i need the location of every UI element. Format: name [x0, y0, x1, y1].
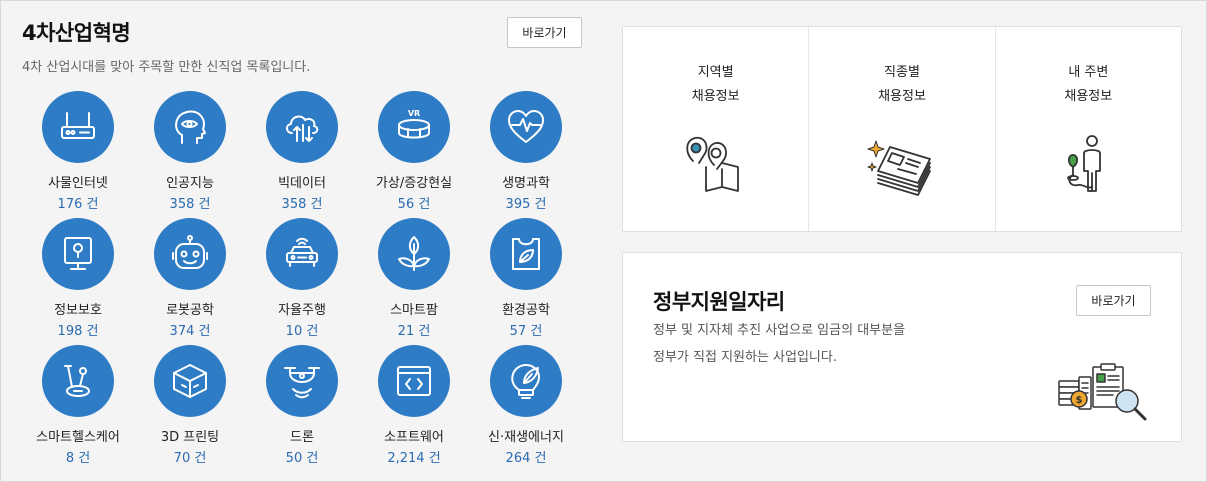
- ai-head-icon: [154, 91, 226, 163]
- category-label: 사물인터넷: [48, 176, 108, 191]
- category-label: 드론: [290, 430, 314, 445]
- category-bigdata[interactable]: 빅데이터 358 건: [246, 91, 358, 218]
- category-label: 로봇공학: [166, 303, 214, 318]
- section-subtitle: 4차 산업시대를 맞아 주목할 만한 신직업 목록입니다.: [22, 60, 311, 75]
- job-cell-title: 직종별: [884, 65, 920, 80]
- category-label: 3D 프린팅: [160, 430, 220, 445]
- category-software[interactable]: 소프트웨어 2,214 건: [358, 345, 470, 472]
- category-count: 264 건: [505, 451, 547, 466]
- job-cell-subtitle: 채용정보: [1064, 89, 1113, 104]
- job-cell-title: 지역별: [697, 65, 734, 80]
- category-label: 가상/증강현실: [375, 176, 453, 191]
- category-label: 인공지능: [166, 176, 214, 191]
- category-count: 198 건: [57, 324, 99, 339]
- category-count: 2,214 건: [387, 451, 441, 466]
- category-count: 10 건: [285, 324, 319, 339]
- category-count: 21 건: [397, 324, 431, 339]
- category-label: 신·재생에너지: [488, 430, 564, 445]
- svg-text:$: $: [1076, 395, 1083, 406]
- job-cell-subtitle: 채용정보: [878, 89, 926, 104]
- category-infosec[interactable]: 정보보호 198 건: [22, 218, 134, 345]
- category-autonomous[interactable]: 자율주행 10 건: [246, 218, 358, 345]
- lock-monitor-icon: [42, 218, 114, 290]
- job-cell-title: 내 주변: [1068, 65, 1109, 80]
- money-document-search-icon: $: [1058, 363, 1147, 421]
- robot-icon: [154, 218, 226, 290]
- router-icon: [42, 91, 114, 163]
- category-label: 환경공학: [502, 303, 550, 318]
- category-robotics[interactable]: 로봇공학 374 건: [134, 218, 246, 345]
- category-label: 자율주행: [278, 303, 326, 318]
- category-smartfarm[interactable]: 스마트팜 21 건: [358, 218, 470, 345]
- drone-icon: [266, 345, 338, 417]
- category-vr-ar[interactable]: VR 가상/증강현실 56 건: [358, 91, 470, 218]
- job-cell-subtitle: 채용정보: [691, 89, 740, 104]
- gov-jobs-panel: 정부지원일자리 바로가기 정부 및 지자체 추진 사업으로 임금의 대부분을 정…: [622, 252, 1182, 442]
- category-renewable[interactable]: 신·재생에너지 264 건: [470, 345, 582, 472]
- job-by-region[interactable]: 지역별 채용정보: [623, 27, 810, 231]
- category-3dprint[interactable]: 3D 프린팅 70 건: [134, 345, 246, 472]
- gov-title: 정부지원일자리: [653, 290, 785, 314]
- category-label: 스마트헬스케어: [36, 430, 120, 445]
- svg-text:VR: VR: [408, 109, 420, 118]
- person-location-icon: [1067, 135, 1102, 192]
- category-count: 176 건: [57, 197, 99, 212]
- industry-goto-button[interactable]: 바로가기: [507, 17, 582, 48]
- category-count: 56 건: [397, 197, 431, 212]
- eco-bag-icon: [490, 218, 562, 290]
- category-lifescience[interactable]: 생명과학 395 건: [470, 91, 582, 218]
- cloud-data-icon: [266, 91, 338, 163]
- category-count: 358 건: [281, 197, 323, 212]
- vr-headset-icon: VR: [378, 91, 450, 163]
- category-label: 정보보호: [54, 303, 102, 318]
- gov-goto-button[interactable]: 바로가기: [1076, 285, 1151, 316]
- category-count: 395 건: [505, 197, 547, 212]
- sprout-icon: [378, 218, 450, 290]
- category-count: 50 건: [285, 451, 319, 466]
- category-smarthealth[interactable]: 스마트헬스케어 8 건: [22, 345, 134, 472]
- category-count: 8 건: [65, 451, 91, 466]
- section-title: 4차산업혁명: [22, 21, 131, 45]
- category-iot[interactable]: 사물인터넷 176 건: [22, 91, 134, 218]
- job-nearby[interactable]: 내 주변 채용정보: [996, 27, 1181, 231]
- category-count: 374 건: [169, 324, 211, 339]
- category-env[interactable]: 환경공학 57 건: [470, 218, 582, 345]
- 3d-cube-icon: [154, 345, 226, 417]
- newspaper-stack-icon: [867, 140, 931, 196]
- category-label: 빅데이터: [278, 176, 326, 191]
- category-label: 소프트웨어: [384, 430, 444, 445]
- map-pin-icon: [686, 136, 739, 192]
- category-count: 70 건: [173, 451, 207, 466]
- category-drone[interactable]: 드론 50 건: [246, 345, 358, 472]
- category-count: 57 건: [509, 324, 543, 339]
- exercise-bike-icon: [42, 345, 114, 417]
- category-count: 358 건: [169, 197, 211, 212]
- job-by-occupation[interactable]: 직종별 채용정보: [809, 27, 996, 231]
- gov-description-line2: 정부가 직접 지원하는 사업입니다.: [653, 350, 837, 365]
- code-window-icon: [378, 345, 450, 417]
- category-ai[interactable]: 인공지능 358 건: [134, 91, 246, 218]
- self-driving-car-icon: [266, 218, 338, 290]
- gov-description-line1: 정부 및 지자체 추진 사업으로 임금의 대부분을: [653, 323, 906, 338]
- heartbeat-icon: [490, 91, 562, 163]
- category-label: 생명과학: [502, 176, 550, 191]
- leaf-bulb-icon: [490, 345, 562, 417]
- category-label: 스마트팜: [390, 303, 438, 318]
- category-grid: 사물인터넷 176 건 인공지능 358 건 빅데이터 358 건 VR 가상/…: [22, 91, 582, 472]
- job-info-panel: 지역별 채용정보 직종별 채용정보 내 주변 채용정보: [622, 26, 1182, 232]
- industry-section: 4차산업혁명 4차 산업시대를 맞아 주목할 만한 신직업 목록입니다. 바로가…: [1, 1, 601, 481]
